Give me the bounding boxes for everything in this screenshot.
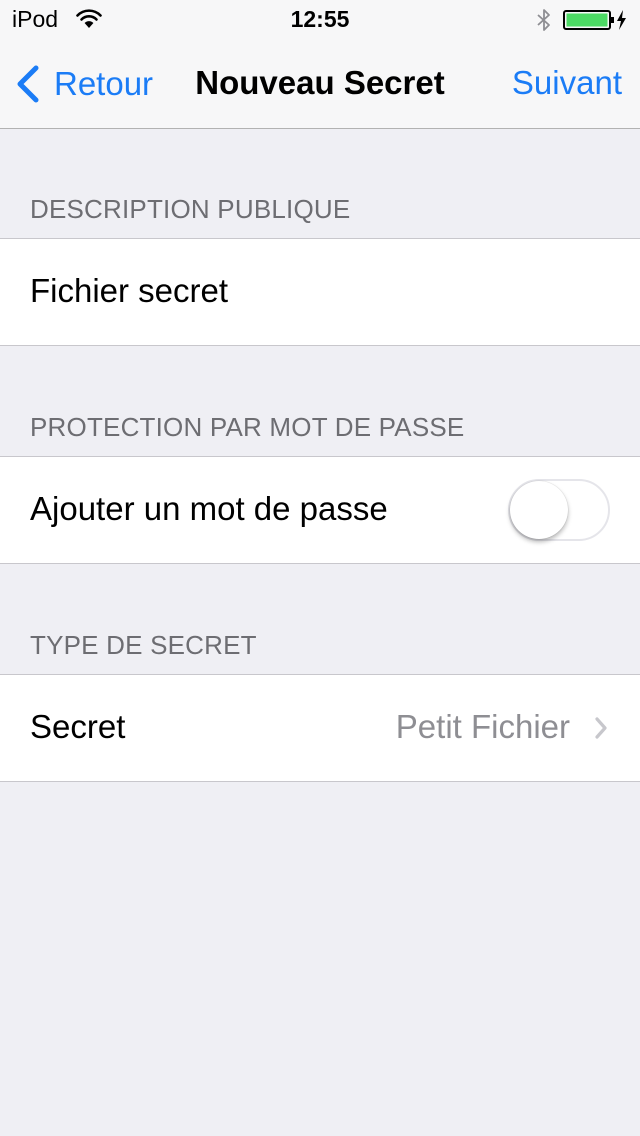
- status-bar: iPod 12:55: [0, 0, 640, 40]
- page-title: Nouveau Secret: [195, 64, 445, 101]
- secret-type-cell[interactable]: Secret Petit Fichier: [0, 674, 640, 782]
- battery-icon: [563, 10, 626, 30]
- section-header-type: TYPE DE SECRET: [30, 630, 257, 660]
- charging-bolt-icon: [617, 10, 626, 30]
- section-header-protection: PROTECTION PAR MOT DE PASSE: [30, 412, 465, 442]
- chevron-left-icon: [17, 65, 39, 103]
- secret-type-value: Petit Fichier: [395, 708, 570, 745]
- password-cell: Ajouter un mot de passe: [0, 456, 640, 564]
- navigation-bar: Retour Nouveau Secret Suivant: [0, 40, 640, 128]
- top-bar: iPod 12:55 Retour Nouveau Secret Suivant: [0, 0, 640, 129]
- bluetooth-icon: [537, 9, 550, 31]
- description-cell[interactable]: Fichier secret: [0, 238, 640, 346]
- section-header-description: DESCRIPTION PUBLIQUE: [30, 194, 351, 224]
- secret-type-label: Secret: [30, 708, 126, 745]
- back-label: Retour: [54, 65, 154, 102]
- next-button[interactable]: Suivant: [512, 64, 622, 102]
- back-button[interactable]: Retour: [14, 62, 153, 106]
- password-toggle[interactable]: [508, 479, 610, 541]
- toggle-knob: [510, 481, 568, 539]
- description-value[interactable]: Fichier secret: [30, 272, 228, 310]
- chevron-right-icon: [595, 717, 607, 739]
- password-toggle-label: Ajouter un mot de passe: [30, 490, 388, 527]
